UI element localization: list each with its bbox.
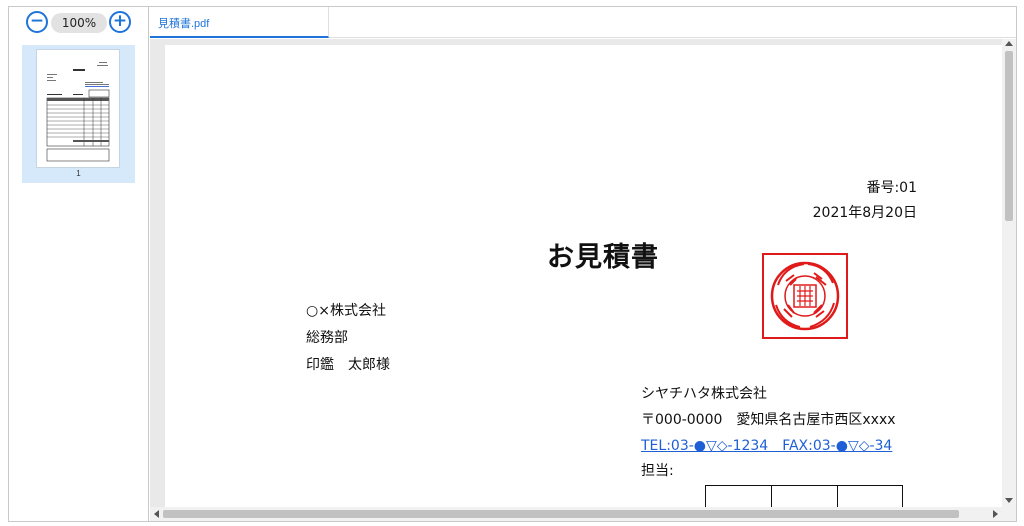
thumbnail-preview-graphic [46,62,110,162]
document-panel: 見積書.pdf 番号:01 2021年8月20日 お見積書 ○×株式会社 総務部… [150,7,1016,521]
document-number: 番号:01 [866,180,917,196]
vertical-scrollbar[interactable] [1002,39,1016,507]
recipient-department: 総務部 [306,330,348,346]
tab-label: 見積書.pdf [158,18,210,30]
minus-icon: − [29,11,45,31]
tab-mitsumorisho-pdf[interactable]: 見積書.pdf [150,7,329,38]
tab-bar: 見積書.pdf [150,7,1016,38]
zoom-level-display: 100% [51,13,107,33]
zoom-in-button[interactable]: + [109,11,131,33]
thumbnail-panel: − 100% + 1 [9,7,149,521]
document-viewer[interactable]: 番号:01 2021年8月20日 お見積書 ○×株式会社 総務部 印鑑 太郎様 [150,39,1016,521]
issuer-address: 〒000-0000 愛知県名古屋市西区xxxx [641,412,896,428]
issuer-contact-link[interactable]: TEL:03-●▽◇-1234 FAX:03-●▽◇-34 [641,435,892,455]
thumbnail-page-number: 1 [76,169,81,178]
pdf-page: 番号:01 2021年8月20日 お見積書 ○×株式会社 総務部 印鑑 太郎様 [165,45,1005,521]
scroll-left-arrow-icon[interactable] [154,510,159,518]
scroll-down-arrow-icon[interactable] [1005,498,1013,503]
company-seal-icon [762,253,848,339]
document-date: 2021年8月20日 [812,205,917,221]
zoom-out-button[interactable]: − [26,11,48,33]
issuer-company: シヤチハタ株式会社 [641,386,767,402]
scroll-right-arrow-icon[interactable] [993,510,998,518]
vertical-scroll-thumb[interactable] [1005,51,1013,221]
scroll-up-arrow-icon[interactable] [1005,41,1013,46]
document-title: お見積書 [547,242,659,273]
horizontal-scrollbar[interactable] [150,507,1002,521]
issuer-staff-label: 担当: [641,463,674,479]
horizontal-scroll-thumb[interactable] [163,510,959,518]
zoom-toolbar: − 100% + [9,7,149,41]
pdf-viewer-app: − 100% + 1 見積書.pdf 番号:01 2021年8月20日 お見積書… [8,6,1017,522]
recipient-company: ○×株式会社 [306,303,386,319]
page-thumbnail-image [36,49,120,168]
plus-icon: + [112,11,128,31]
recipient-person: 印鑑 太郎様 [306,357,390,373]
scrollbar-corner [1002,507,1016,521]
page-thumbnail-item[interactable]: 1 [22,45,135,183]
